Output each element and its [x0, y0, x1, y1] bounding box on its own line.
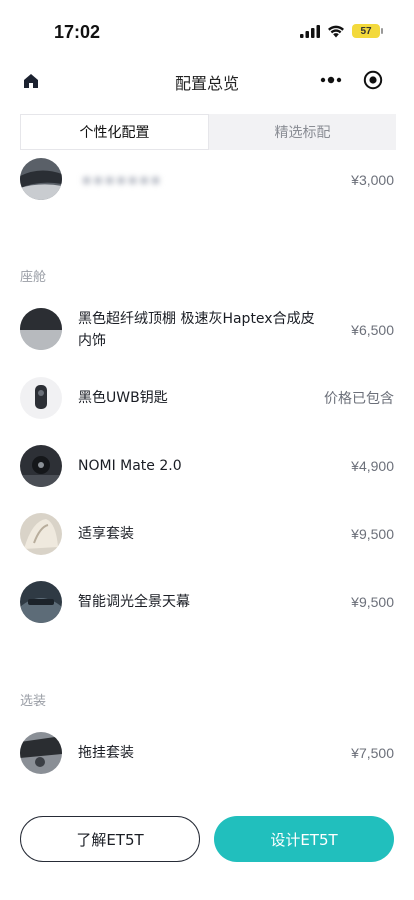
item-name: 拖挂套装 — [78, 745, 134, 761]
section-title-optional: 选装 — [20, 694, 47, 709]
item-thumbnail — [20, 581, 62, 623]
item-name: NOMI Mate 2.0 — [78, 458, 182, 474]
tab-standard[interactable]: 精选标配 — [209, 114, 396, 150]
item-price: 价格已包含 — [324, 390, 394, 406]
item-price: ¥7,500 — [351, 745, 394, 761]
battery-icon: 57 — [352, 24, 383, 38]
learn-more-button[interactable]: 了解ET5T — [20, 816, 200, 862]
wifi-icon — [328, 25, 344, 37]
tab-personalized[interactable]: 个性化配置 — [20, 114, 209, 150]
list-item[interactable]: 适享套装 ¥9,500 — [20, 513, 394, 557]
item-thumbnail — [20, 158, 62, 200]
more-icon[interactable] — [310, 64, 352, 96]
list-item[interactable]: 黑色超纤绒顶棚 极速灰Haptex合成皮内饰 ¥6,500 — [20, 308, 394, 352]
item-thumbnail — [20, 308, 62, 350]
nav-bar: 配置总览 — [0, 62, 414, 102]
list-item[interactable]: 黑色UWB钥匙 价格已包含 — [20, 377, 394, 421]
item-price: ¥3,000 — [351, 172, 394, 188]
item-name: 黑色超纤绒顶棚 极速灰Haptex合成皮内饰 — [78, 311, 315, 349]
design-car-button[interactable]: 设计ET5T — [214, 816, 394, 862]
close-target-icon[interactable] — [352, 64, 394, 96]
item-price: ¥6,500 — [351, 322, 394, 338]
item-name-blurred: ▪▪▪▪▪▪▪ — [82, 172, 163, 188]
item-name: 智能调光全景天幕 — [78, 594, 190, 610]
status-time: 17:02 — [54, 22, 101, 42]
item-name: 适享套装 — [78, 526, 134, 542]
item-name: 黑色UWB钥匙 — [78, 390, 168, 406]
list-item[interactable]: NOMI Mate 2.0 ¥4,900 — [20, 445, 394, 489]
list-item[interactable]: ▪▪▪▪▪▪▪ ¥3,000 — [20, 158, 394, 202]
item-price: ¥9,500 — [351, 526, 394, 542]
item-thumbnail — [20, 513, 62, 555]
item-thumbnail — [20, 732, 62, 774]
list-item[interactable]: 智能调光全景天幕 ¥9,500 — [20, 581, 394, 625]
item-price: ¥9,500 — [351, 594, 394, 610]
item-thumbnail — [20, 445, 62, 487]
status-icons: 57 — [300, 24, 383, 38]
item-price: ¥4,900 — [351, 458, 394, 474]
battery-level: 57 — [360, 25, 372, 37]
status-bar: 17:02 57 — [0, 0, 414, 60]
mini-program-capsule — [310, 64, 396, 96]
config-tabs: 个性化配置 精选标配 — [20, 114, 396, 150]
signal-icon — [300, 24, 320, 38]
list-item[interactable]: 拖挂套装 ¥7,500 — [20, 732, 394, 776]
section-title-cabin: 座舱 — [20, 270, 47, 285]
item-thumbnail — [20, 377, 62, 419]
